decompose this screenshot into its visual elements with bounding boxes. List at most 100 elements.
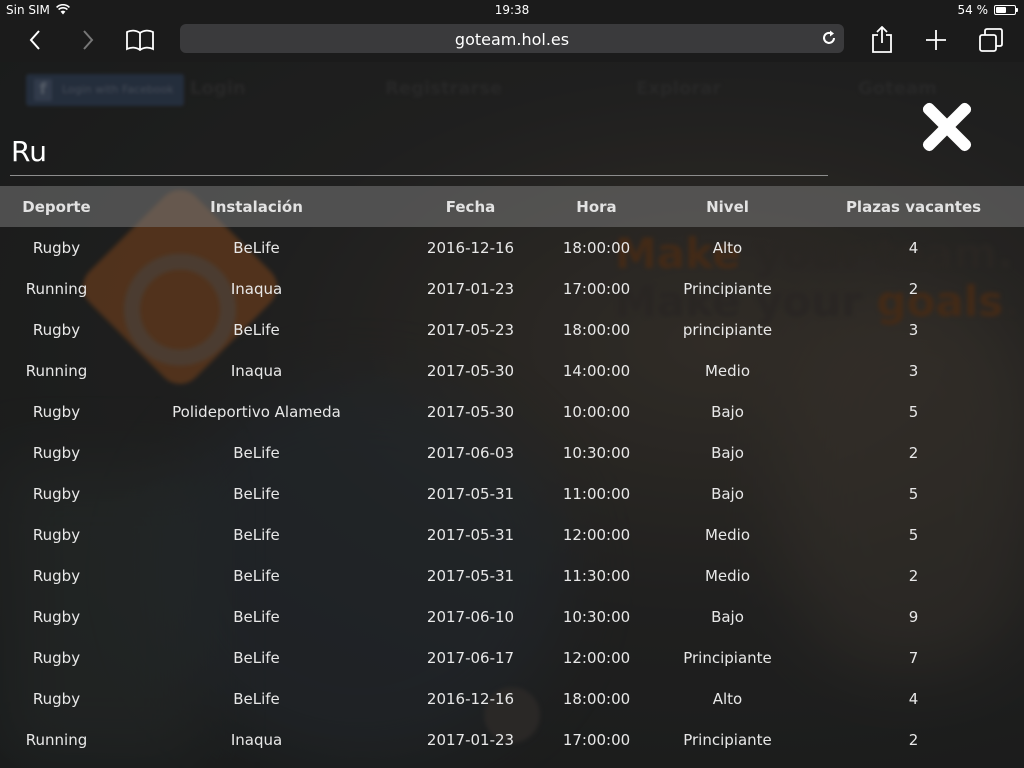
share-icon[interactable] <box>862 20 902 60</box>
cell-plazas: 2 <box>908 566 919 585</box>
cell-hora: 11:00:00 <box>562 484 631 503</box>
cell-fecha: 2017-06-10 <box>426 607 515 626</box>
clock: 19:38 <box>494 3 530 17</box>
cell-instalacion: BeLife <box>233 525 280 544</box>
cell-hora: 10:30:00 <box>562 443 631 462</box>
column-header-hora[interactable]: Hora <box>541 186 652 227</box>
cell-instalacion: Inaqua <box>230 279 283 298</box>
cell-deporte: Rugby <box>32 648 81 667</box>
cell-nivel: Principiante <box>683 279 772 298</box>
table-row[interactable]: Rugby Polideportivo Alameda 2017-05-30 10:0… <box>0 391 1024 432</box>
column-header-plazas-vacantes[interactable]: Plazas vacantes <box>803 186 1024 227</box>
cell-nivel: Medio <box>704 361 751 380</box>
cell-plazas: 2 <box>908 730 919 749</box>
cell-instalacion: Inaqua <box>230 730 283 749</box>
battery-percent: 54 % <box>957 3 989 17</box>
cell-hora: 17:00:00 <box>562 730 631 749</box>
address-bar[interactable]: goteam.hol.es <box>180 24 844 53</box>
chevron-right-icon[interactable] <box>68 20 108 60</box>
table-header-row: Deporte Instalación Fecha Hora Nivel Pla… <box>0 186 1024 227</box>
cell-nivel: Bajo <box>711 607 744 626</box>
cell-hora: 17:00:00 <box>562 279 631 298</box>
cell-plazas: 5 <box>908 402 919 421</box>
table-row[interactable]: Running Inaqua 2017-01-23 17:00:00 Principia… <box>0 268 1024 309</box>
cell-plazas: 7 <box>908 648 919 667</box>
column-header-fecha[interactable]: Fecha <box>400 186 541 227</box>
cell-nivel: principiante <box>682 320 773 339</box>
status-bar: Sin SIM 19:38 54 % <box>0 0 1024 20</box>
table-row[interactable]: Rugby BeLife 2017-06-03 10:30:00 Bajo 2 <box>0 432 1024 473</box>
cell-plazas: 5 <box>908 484 919 503</box>
cell-deporte: Rugby <box>32 607 81 626</box>
cell-instalacion: BeLife <box>233 566 280 585</box>
cell-deporte: Running <box>25 361 88 380</box>
table-row[interactable]: Running Inaqua 2017-05-30 14:00:00 Medio 3 <box>0 350 1024 391</box>
cell-instalacion: BeLife <box>233 648 280 667</box>
column-header-instalacion[interactable]: Instalación <box>113 186 400 227</box>
cell-nivel: Bajo <box>711 484 744 503</box>
cell-instalacion: BeLife <box>233 484 280 503</box>
cell-hora: 12:00:00 <box>562 525 631 544</box>
cell-nivel: Principiante <box>683 648 772 667</box>
table-row[interactable]: Rugby BeLife 2016-12-16 18:00:00 Alto 4 <box>0 227 1024 268</box>
cell-deporte: Rugby <box>32 320 81 339</box>
cell-deporte: Rugby <box>32 402 81 421</box>
cell-hora: 12:00:00 <box>562 648 631 667</box>
cell-deporte: Rugby <box>32 566 81 585</box>
cell-nivel: Medio <box>704 525 751 544</box>
table-row[interactable]: Rugby BeLife 2017-05-31 12:00:00 Medio 5 <box>0 514 1024 555</box>
cell-plazas: 2 <box>908 279 919 298</box>
results-table: Deporte Instalación Fecha Hora Nivel Pla… <box>0 186 1024 760</box>
table-row[interactable]: Rugby BeLife 2017-05-31 11:30:00 Medio 2 <box>0 555 1024 596</box>
cell-fecha: 2017-01-23 <box>426 279 515 298</box>
cell-fecha: 2017-05-23 <box>426 320 515 339</box>
browser-toolbar: goteam.hol.es <box>0 20 1024 62</box>
cell-plazas: 3 <box>908 361 919 380</box>
cell-deporte: Rugby <box>32 525 81 544</box>
cell-hora: 11:30:00 <box>562 566 631 585</box>
cell-fecha: 2016-12-16 <box>426 238 515 257</box>
table-row[interactable]: Rugby BeLife 2017-05-31 11:00:00 Bajo 5 <box>0 473 1024 514</box>
cell-deporte: Rugby <box>32 238 81 257</box>
column-header-nivel[interactable]: Nivel <box>652 186 803 227</box>
cell-nivel: Bajo <box>711 443 744 462</box>
chevron-left-icon[interactable] <box>15 20 55 60</box>
cell-fecha: 2017-05-31 <box>426 525 515 544</box>
table-row[interactable]: Rugby BeLife 2017-06-17 12:00:00 Principiant… <box>0 637 1024 678</box>
cell-hora: 10:00:00 <box>562 402 631 421</box>
tabs-icon[interactable] <box>971 20 1011 60</box>
cell-hora: 18:00:00 <box>562 238 631 257</box>
cell-plazas: 4 <box>908 689 919 708</box>
table-row[interactable]: Running Inaqua 2017-01-23 17:00:00 Principia… <box>0 719 1024 760</box>
cell-fecha: 2017-01-23 <box>426 730 515 749</box>
search-input[interactable] <box>10 128 828 176</box>
cell-hora: 18:00:00 <box>562 320 631 339</box>
cell-hora: 14:00:00 <box>562 361 631 380</box>
close-icon[interactable] <box>918 98 976 156</box>
battery-fill <box>996 7 1006 13</box>
cell-deporte: Running <box>25 279 88 298</box>
cell-fecha: 2017-05-30 <box>426 361 515 380</box>
cell-hora: 18:00:00 <box>562 689 631 708</box>
cell-instalacion: BeLife <box>233 443 280 462</box>
battery-icon <box>994 5 1018 15</box>
cell-plazas: 4 <box>908 238 919 257</box>
column-header-deporte[interactable]: Deporte <box>0 186 113 227</box>
table-row[interactable]: Rugby BeLife 2017-05-23 18:00:00 principiant… <box>0 309 1024 350</box>
book-icon[interactable] <box>120 20 160 60</box>
cell-fecha: 2017-06-17 <box>426 648 515 667</box>
reload-icon[interactable] <box>820 29 838 47</box>
plus-icon[interactable] <box>916 20 956 60</box>
cell-fecha: 2017-05-31 <box>426 566 515 585</box>
cell-instalacion: BeLife <box>233 238 280 257</box>
table-row[interactable]: Rugby BeLife 2017-06-10 10:30:00 Bajo 9 <box>0 596 1024 637</box>
cell-deporte: Rugby <box>32 443 81 462</box>
cell-fecha: 2017-05-31 <box>426 484 515 503</box>
cell-instalacion: BeLife <box>233 689 280 708</box>
cell-deporte: Rugby <box>32 689 81 708</box>
cell-fecha: 2016-12-16 <box>426 689 515 708</box>
cell-plazas: 3 <box>908 320 919 339</box>
cell-instalacion: Inaqua <box>230 361 283 380</box>
cell-fecha: 2017-05-30 <box>426 402 515 421</box>
table-row[interactable]: Rugby BeLife 2016-12-16 18:00:00 Alto 4 <box>0 678 1024 719</box>
